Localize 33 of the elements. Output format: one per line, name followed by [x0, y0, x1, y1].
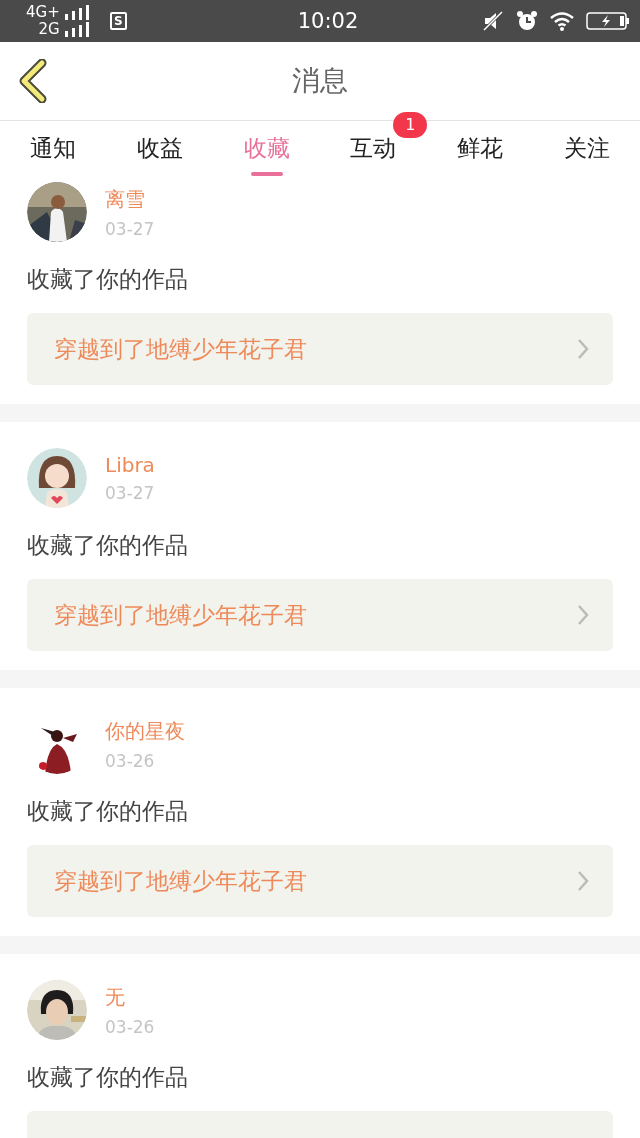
- tab[interactable]: 鲜花: [457, 121, 503, 166]
- tab-indicator: [250, 172, 283, 176]
- user-name: Libra: [105, 453, 155, 477]
- notification-icon: S: [109, 12, 127, 30]
- message-text: 收藏了你的作品: [27, 797, 189, 826]
- message-text: 收藏了你的作品: [27, 1063, 189, 1092]
- count-badge: 1: [393, 112, 428, 138]
- battery-icon: [586, 11, 630, 31]
- message-date: 03-27: [105, 483, 155, 503]
- user-name: 你的星夜: [105, 717, 185, 745]
- wifi-icon: [550, 11, 574, 31]
- signal-icon: [63, 4, 92, 21]
- tab[interactable]: 通知: [30, 121, 77, 166]
- tab[interactable]: 关注: [563, 121, 610, 166]
- message-text: 收藏了你的作品: [27, 531, 189, 560]
- message-date: 03-27: [105, 218, 155, 239]
- message-text: 收藏了你的作品: [27, 265, 189, 294]
- mute-icon: [482, 10, 504, 32]
- tab[interactable]: 收益: [137, 121, 183, 166]
- clock: 10:02: [297, 9, 359, 33]
- alarm-icon: [516, 10, 538, 32]
- user-name: 无: [105, 983, 126, 1011]
- user-name: 离雪: [105, 185, 146, 213]
- back-button[interactable]: [18, 59, 48, 103]
- chevron-icon: [577, 604, 589, 626]
- chevron-icon: [577, 338, 589, 360]
- network-label: 2G: [38, 21, 60, 38]
- network-label: 4G+: [26, 4, 60, 21]
- page-title: 消息: [291, 63, 349, 99]
- message-date: 03-26: [105, 1016, 155, 1037]
- signal-icon: [63, 21, 92, 38]
- chevron-icon: [577, 870, 589, 892]
- message-date: 03-26: [105, 750, 156, 771]
